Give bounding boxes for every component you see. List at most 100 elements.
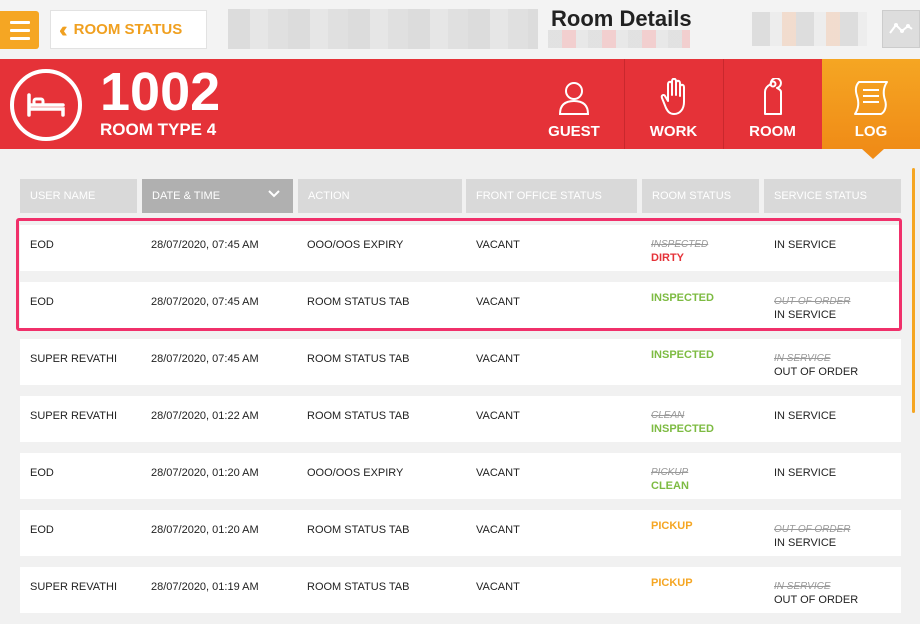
tab-log[interactable]: LOG (822, 59, 920, 149)
column-header-front-office-status[interactable]: FRONT OFFICE STATUS (466, 179, 637, 213)
activity-chart-button[interactable] (882, 10, 920, 48)
cell-datetime: 28/07/2020, 07:45 AM (151, 353, 259, 365)
tab-label: WORK (649, 123, 698, 140)
redacted-area (228, 9, 538, 49)
previous-service-status: IN SERVICE (774, 353, 831, 364)
cell-front-office-status: VACANT (476, 524, 520, 536)
current-room-status: INSPECTED (651, 423, 714, 435)
scrollbar[interactable] (912, 168, 915, 413)
cell-front-office-status: VACANT (476, 467, 520, 479)
cell-user: SUPER REVATHI (30, 410, 117, 422)
cell-service-status: IN SERVICE OUT OF ORDER (774, 581, 858, 606)
cell-action: OOO/OOS EXPIRY (307, 467, 404, 479)
current-service-status: IN SERVICE (774, 537, 837, 549)
current-room-status: DIRTY (651, 252, 684, 264)
column-header-date-time[interactable]: DATE & TIME (142, 179, 293, 213)
top-bar: ‹‹ ROOM STATUS Room Details (0, 0, 920, 59)
column-header-action[interactable]: ACTION (298, 179, 462, 213)
column-header-user-name[interactable]: USER NAME (20, 179, 137, 213)
menu-bar-icon (9, 20, 30, 24)
previous-service-status: OUT OF ORDER (774, 524, 851, 535)
line-chart-icon (889, 23, 913, 34)
back-button-label: ROOM STATUS (73, 21, 183, 38)
previous-room-status: PICKUP (651, 467, 689, 478)
menu-bar-icon (9, 28, 30, 32)
cell-user: SUPER REVATHI (30, 581, 117, 593)
cell-room-status: INSPECTED (651, 349, 714, 361)
cell-user: EOD (30, 524, 54, 536)
previous-service-status: OUT OF ORDER (774, 296, 851, 307)
hand-icon (660, 78, 685, 115)
cell-service-status: IN SERVICE (774, 467, 837, 479)
redacted-area (752, 12, 867, 46)
cell-action: ROOM STATUS TAB (307, 524, 410, 536)
cell-user: EOD (30, 239, 54, 251)
cell-room-status: PICKUP (651, 520, 693, 532)
table-row[interactable]: EOD 28/07/2020, 01:20 AM ROOM STATUS TAB… (20, 510, 901, 556)
person-icon (558, 82, 590, 115)
previous-service-status: IN SERVICE (774, 581, 831, 592)
cell-service-status: IN SERVICE (774, 410, 837, 422)
room-type: ROOM TYPE 4 (100, 120, 217, 139)
chevron-down-icon (268, 190, 280, 198)
current-room-status: CLEAN (651, 480, 689, 492)
cell-room-status: CLEAN INSPECTED (651, 410, 714, 435)
cell-service-status: OUT OF ORDER IN SERVICE (774, 296, 850, 321)
cell-room-status: INSPECTED DIRTY (651, 239, 708, 264)
column-header-label: DATE & TIME (152, 190, 221, 202)
cell-service-status: IN SERVICE (774, 239, 837, 251)
tab-work[interactable]: WORK (624, 59, 722, 149)
cell-action: ROOM STATUS TAB (307, 353, 410, 365)
cell-datetime: 28/07/2020, 01:22 AM (151, 410, 259, 422)
tab-room[interactable]: ROOM (723, 59, 821, 149)
redacted-area (548, 30, 690, 48)
cell-action: ROOM STATUS TAB (307, 581, 410, 593)
cell-user: SUPER REVATHI (30, 353, 117, 365)
cell-action: ROOM STATUS TAB (307, 296, 410, 308)
log-document-icon (854, 81, 888, 115)
table-row[interactable]: SUPER REVATHI 28/07/2020, 07:45 AM ROOM … (20, 339, 901, 385)
page-title: Room Details (551, 6, 692, 31)
back-to-room-status-button[interactable]: ‹‹ ROOM STATUS (50, 10, 207, 49)
current-service-status: OUT OF ORDER (774, 366, 859, 378)
table-row[interactable]: EOD 28/07/2020, 01:20 AM OOO/OOS EXPIRY … (20, 453, 901, 499)
current-service-status: OUT OF ORDER (774, 594, 859, 606)
hamburger-menu-button[interactable] (0, 11, 39, 49)
previous-room-status: CLEAN (651, 410, 685, 421)
tab-label: ROOM (749, 123, 796, 140)
cell-front-office-status: VACANT (476, 410, 520, 422)
room-header: 1002 ROOM TYPE 4 GUEST WORK ROOM LOG (0, 59, 920, 149)
tab-label: GUEST (548, 123, 600, 140)
door-hanger-icon (763, 78, 782, 115)
cell-action: ROOM STATUS TAB (307, 410, 410, 422)
table-row[interactable]: EOD 28/07/2020, 07:45 AM ROOM STATUS TAB… (20, 282, 901, 328)
column-header-room-status[interactable]: ROOM STATUS (642, 179, 759, 213)
double-chevron-left-icon: ‹‹ (59, 16, 67, 42)
menu-bar-icon (9, 36, 30, 40)
cell-front-office-status: VACANT (476, 239, 520, 251)
column-header-service-status[interactable]: SERVICE STATUS (764, 179, 901, 213)
cell-service-status: IN SERVICE OUT OF ORDER (774, 353, 858, 378)
table-row[interactable]: SUPER REVATHI 28/07/2020, 01:22 AM ROOM … (20, 396, 901, 442)
cell-datetime: 28/07/2020, 01:20 AM (151, 524, 259, 536)
cell-front-office-status: VACANT (476, 581, 520, 593)
bed-icon (10, 69, 82, 141)
cell-service-status: OUT OF ORDER IN SERVICE (774, 524, 850, 549)
cell-room-status: INSPECTED (651, 292, 714, 304)
previous-room-status: INSPECTED (651, 239, 709, 250)
cell-datetime: 28/07/2020, 01:19 AM (151, 581, 259, 593)
cell-datetime: 28/07/2020, 07:45 AM (151, 296, 259, 308)
cell-user: EOD (30, 296, 54, 308)
cell-action: OOO/OOS EXPIRY (307, 239, 404, 251)
cell-front-office-status: VACANT (476, 296, 520, 308)
table-row[interactable]: SUPER REVATHI 28/07/2020, 01:19 AM ROOM … (20, 567, 901, 613)
tab-label: LOG (854, 123, 888, 140)
cell-user: EOD (30, 467, 54, 479)
cell-room-status: PICKUP (651, 577, 693, 589)
room-number: 1002 (100, 62, 221, 122)
active-tab-indicator (862, 149, 884, 159)
cell-front-office-status: VACANT (476, 353, 520, 365)
current-service-status: IN SERVICE (774, 309, 837, 321)
tab-guest[interactable]: GUEST (525, 59, 623, 149)
table-row[interactable]: EOD 28/07/2020, 07:45 AM OOO/OOS EXPIRY … (20, 225, 901, 271)
